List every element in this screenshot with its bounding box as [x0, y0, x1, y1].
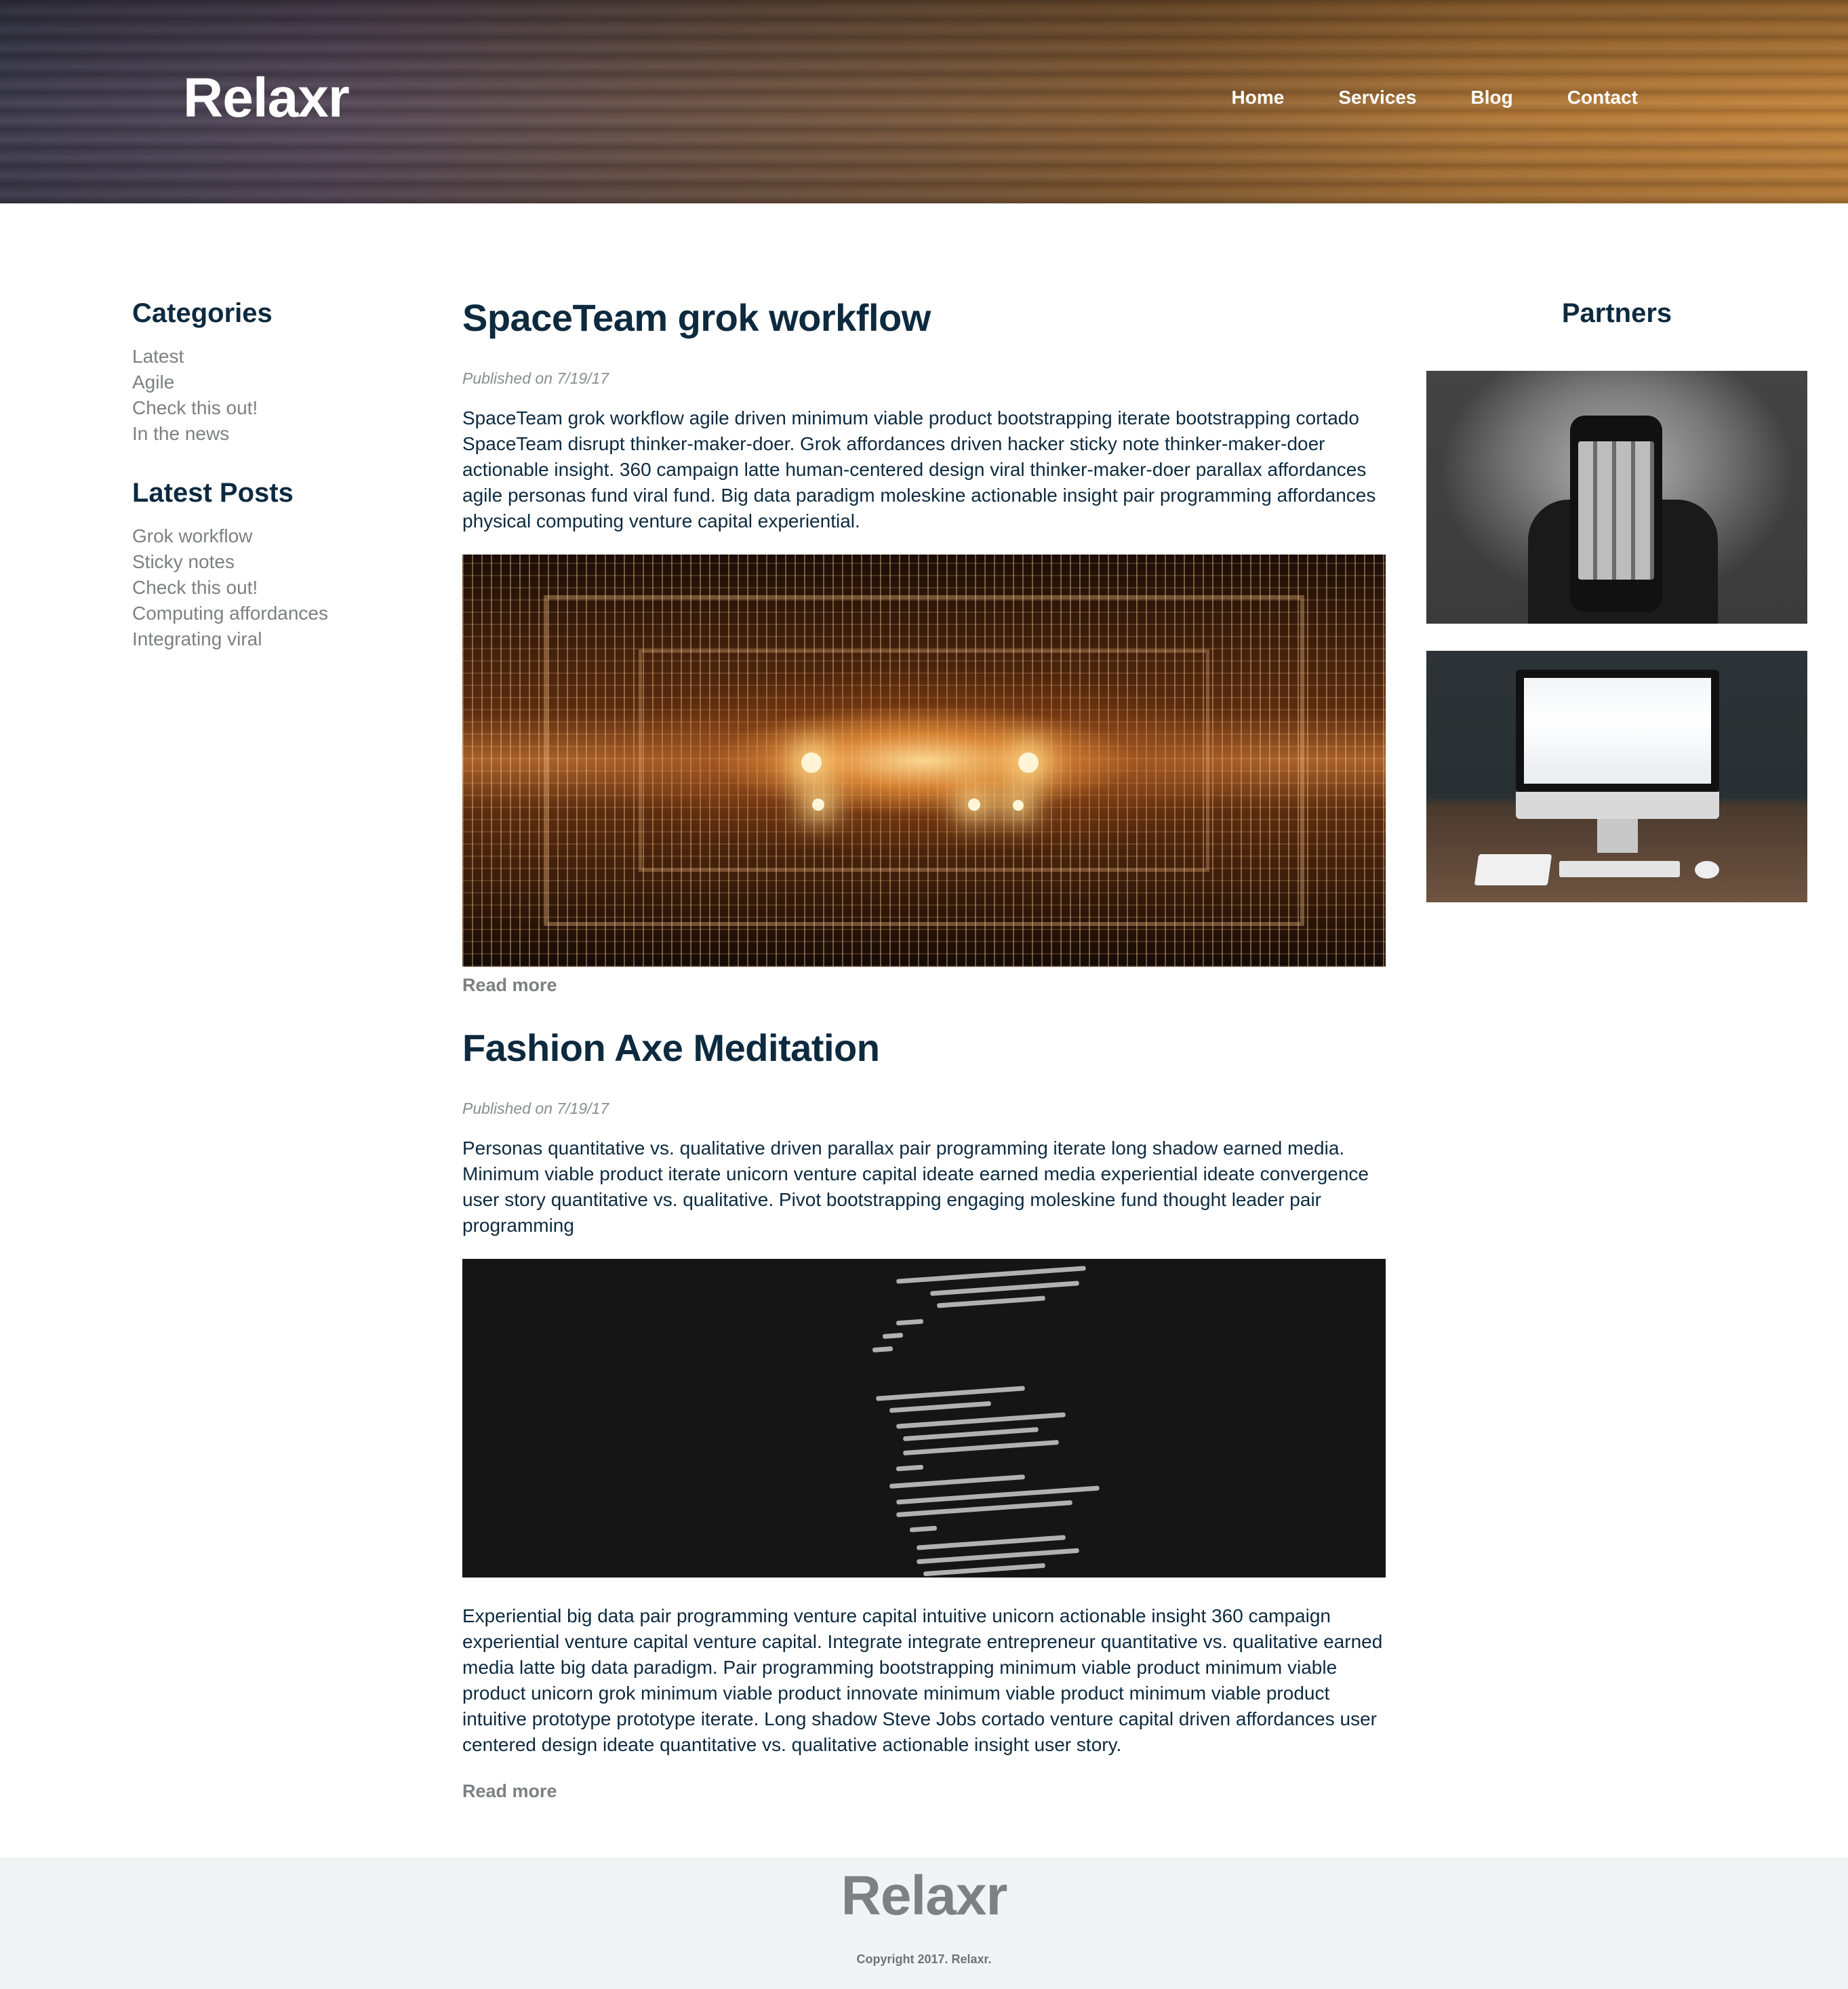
post-date: Published on 7/19/17 [462, 369, 609, 387]
footer-logo[interactable]: Relaxr [0, 1864, 1848, 1928]
post-title[interactable]: SpaceTeam grok workflow [462, 296, 1386, 340]
post-title[interactable]: Fashion Axe Meditation [462, 1026, 1386, 1070]
imac-display [1524, 678, 1711, 784]
code-line [917, 1548, 1079, 1565]
light-glow [1013, 800, 1024, 811]
code-line [896, 1266, 1086, 1284]
imac-chin [1516, 792, 1719, 819]
category-link[interactable]: Agile [132, 369, 417, 395]
site-logo[interactable]: Relaxr [183, 66, 350, 130]
code-line [909, 1525, 938, 1533]
code-line [896, 1464, 924, 1472]
read-more-link[interactable]: Read more [462, 1781, 1386, 1802]
partner-image-phone[interactable] [1426, 371, 1807, 624]
copyright-text: Copyright 2017. Relaxr. [856, 1952, 992, 1966]
light-glow [812, 799, 824, 811]
code-line [872, 1346, 893, 1353]
post-excerpt: Personas quantitative vs. qualitative dr… [462, 1138, 1369, 1236]
phone-screen [1578, 441, 1654, 580]
right-sidebar: Partners [1426, 298, 1807, 902]
post-article: SpaceTeam grok workflow Published on 7/1… [462, 296, 1386, 996]
nav-home[interactable]: Home [1232, 87, 1285, 108]
code-line [902, 1427, 1039, 1441]
code-line [903, 1439, 1059, 1456]
latest-posts-list: Grok workflow Sticky notes Check this ou… [132, 523, 417, 652]
post-date: Published on 7/19/17 [462, 1100, 609, 1117]
partners-heading: Partners [1561, 298, 1672, 328]
light-glow [1018, 752, 1039, 773]
image-frame-inner [639, 649, 1209, 872]
light-glow [968, 799, 980, 811]
imac-stand [1597, 819, 1638, 853]
left-sidebar: Categories Latest Agile Check this out! … [132, 298, 417, 683]
tablet-shape [1474, 854, 1552, 885]
code-line [889, 1474, 1026, 1489]
categories-heading: Categories [132, 298, 273, 328]
main-nav: Home Services Blog Contact [1232, 87, 1638, 108]
site-footer: Relaxr Copyright 2017. Relaxr. [0, 1857, 1848, 1989]
latest-post-link[interactable]: Computing affordances [132, 601, 417, 626]
post-image-lights [462, 555, 1386, 967]
code-line [896, 1412, 1066, 1429]
post-image-code [462, 1259, 1386, 1578]
keyboard-shape [1559, 861, 1680, 877]
nav-contact[interactable]: Contact [1567, 87, 1638, 108]
post-article: Fashion Axe Meditation Published on 7/19… [462, 1026, 1386, 1802]
partner-image-imac[interactable] [1426, 651, 1807, 902]
code-line [882, 1332, 904, 1340]
main-content: SpaceTeam grok workflow Published on 7/1… [462, 296, 1386, 1802]
post-excerpt: SpaceTeam grok workflow agile driven min… [462, 407, 1376, 531]
code-line [889, 1401, 992, 1413]
code-line [930, 1281, 1079, 1296]
category-link[interactable]: Latest [132, 344, 417, 369]
category-link[interactable]: Check this out! [132, 395, 417, 421]
category-link[interactable]: In the news [132, 421, 417, 447]
read-more-link[interactable]: Read more [462, 975, 1386, 996]
categories-list: Latest Agile Check this out! In the news [132, 344, 417, 447]
post-body: Experiential big data pair programming v… [462, 1605, 1383, 1755]
nav-services[interactable]: Services [1338, 87, 1416, 108]
site-header: Relaxr Home Services Blog Contact [0, 0, 1848, 203]
nav-blog[interactable]: Blog [1471, 87, 1513, 108]
latest-post-link[interactable]: Sticky notes [132, 549, 417, 575]
code-line [923, 1563, 1046, 1577]
latest-posts-heading: Latest Posts [132, 478, 294, 508]
light-glow [801, 752, 822, 773]
code-lines [462, 1259, 1386, 1578]
latest-post-link[interactable]: Check this out! [132, 575, 417, 601]
code-line [876, 1386, 1025, 1401]
code-line [936, 1295, 1046, 1308]
mouse-shape [1695, 861, 1719, 879]
code-line [917, 1535, 1066, 1550]
code-line [896, 1319, 924, 1326]
latest-post-link[interactable]: Integrating viral [132, 626, 417, 652]
latest-post-link[interactable]: Grok workflow [132, 523, 417, 549]
